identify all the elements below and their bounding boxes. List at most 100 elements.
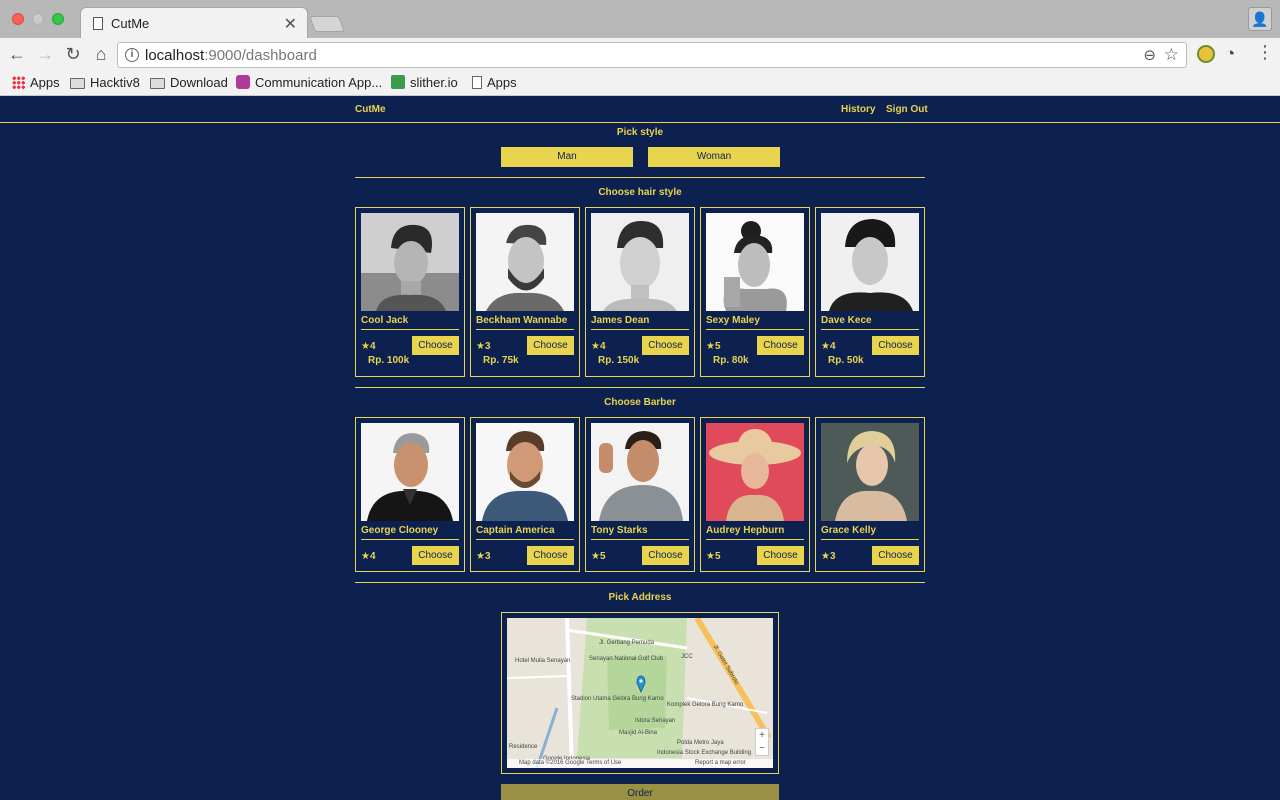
hair-name: Sexy Maley <box>706 315 760 326</box>
man-button[interactable]: Man <box>501 147 633 167</box>
choose-barber-button[interactable]: Choose <box>412 546 459 565</box>
bookmark-apps-2[interactable]: Apps <box>472 75 517 90</box>
card-divider <box>476 329 574 330</box>
zoom-icon[interactable]: ⊖ <box>1143 46 1156 64</box>
barber-name: Tony Starks <box>591 525 648 536</box>
minimize-window-button[interactable] <box>32 13 44 25</box>
divider <box>355 582 925 583</box>
forward-arrow-icon[interactable]: → <box>34 43 56 65</box>
card-divider <box>591 539 689 540</box>
barber-card: George Clooney ★4 Choose <box>355 417 465 572</box>
hair-photo <box>361 213 459 311</box>
choose-hair-button[interactable]: Choose <box>527 336 574 355</box>
barber-photo <box>476 423 574 521</box>
hair-card: Dave Kece ★4 Rp. 50k Choose <box>815 207 925 377</box>
map-label: Senayan National Golf Club <box>589 656 664 662</box>
map-label: Stadion Utama Gelora Bung Karno <box>571 696 664 702</box>
info-icon[interactable]: i <box>125 48 139 62</box>
hair-rating: ★4 <box>361 341 376 352</box>
bookmark-label: slither.io <box>410 75 458 90</box>
bookmark-label: Apps <box>30 75 60 90</box>
choose-hair-button[interactable]: Choose <box>412 336 459 355</box>
card-divider <box>591 329 689 330</box>
card-divider <box>821 539 919 540</box>
bookmark-label: Communication App... <box>255 75 383 90</box>
tab-title: CutMe <box>111 16 150 31</box>
choose-hair-button[interactable]: Choose <box>642 336 689 355</box>
history-link[interactable]: History <box>841 104 875 115</box>
barber-rating: ★3 <box>821 551 836 562</box>
page-content: CutMe History Sign Out Pick style Man Wo… <box>0 97 1280 800</box>
menu-icon[interactable]: ⋮ <box>1256 42 1274 63</box>
divider <box>355 177 925 178</box>
barber-photo <box>821 423 919 521</box>
barber-name: Audrey Hepburn <box>706 525 785 536</box>
brand-link[interactable]: CutMe <box>355 104 386 115</box>
navbar: CutMe History Sign Out <box>0 97 1280 123</box>
close-tab-icon[interactable]: ✕ <box>284 14 297 34</box>
reload-icon[interactable]: ↻ <box>62 43 84 65</box>
zoom-out-icon[interactable]: − <box>756 742 768 755</box>
bookmarks-bar: Apps Hacktiv8 Download Communication App… <box>0 71 1280 96</box>
browser-titlebar: CutMe ✕ 👤 <box>0 0 1280 38</box>
hair-price: Rp. 150k <box>598 355 640 366</box>
map[interactable]: Hotel Mulia Senayan Senayan National Gol… <box>507 618 773 768</box>
url-host: localhost <box>145 47 205 64</box>
choose-barber-button[interactable]: Choose <box>872 546 919 565</box>
map-label: Istora Senayan <box>635 718 676 724</box>
woman-button[interactable]: Woman <box>648 147 780 167</box>
choose-barber-button[interactable]: Choose <box>642 546 689 565</box>
hair-price: Rp. 100k <box>368 355 410 366</box>
hair-name: Dave Kece <box>821 315 872 326</box>
hair-card: Cool Jack ★4 Rp. 100k Choose <box>355 207 465 377</box>
choose-barber-button[interactable]: Choose <box>527 546 574 565</box>
page-icon <box>93 17 103 30</box>
barber-card: Grace Kelly ★3 Choose <box>815 417 925 572</box>
map-zoom-control[interactable]: + − <box>755 728 769 756</box>
hair-photo <box>706 213 804 311</box>
report-map-error-link[interactable]: Report a map error <box>695 760 746 766</box>
speedometer-icon[interactable]: ◔ <box>1225 44 1235 64</box>
barber-name: Grace Kelly <box>821 525 877 536</box>
back-arrow-icon[interactable]: ← <box>6 43 28 65</box>
sign-out-link[interactable]: Sign Out <box>886 104 928 115</box>
browser-tab[interactable]: CutMe ✕ <box>80 7 308 38</box>
map-attribution[interactable]: Map data ©2016 Google Terms of Use <box>519 760 621 766</box>
hair-name: Cool Jack <box>361 315 409 326</box>
choose-hair-button[interactable]: Choose <box>757 336 804 355</box>
address-bar[interactable]: i localhost:9000/dashboard ⊖ ☆ <box>117 42 1187 68</box>
choose-barber-button[interactable]: Choose <box>757 546 804 565</box>
new-tab-button[interactable] <box>309 16 345 32</box>
bookmark-slither[interactable]: slither.io <box>391 75 458 90</box>
order-button[interactable]: Order <box>501 784 779 800</box>
bookmark-hacktiv8[interactable]: Hacktiv8 <box>70 75 140 90</box>
barber-title: Choose Barber <box>604 397 676 408</box>
bookmark-communication[interactable]: Communication App... <box>236 75 382 90</box>
hair-price: Rp. 75k <box>483 355 519 366</box>
bookmark-apps[interactable]: Apps <box>12 75 60 90</box>
map-label: Hotel Mulia Senayan <box>515 658 571 664</box>
map-label: Polda Metro Jaya <box>677 740 724 746</box>
barber-rating: ★5 <box>591 551 606 562</box>
barber-rating: ★4 <box>361 551 376 562</box>
extension-icon[interactable] <box>1197 45 1215 63</box>
home-icon[interactable]: ⌂ <box>90 43 112 65</box>
choose-hair-button[interactable]: Choose <box>872 336 919 355</box>
folder-icon <box>150 78 165 89</box>
map-label: Jl. Gerbang Pemuda <box>599 640 655 646</box>
bookmark-download[interactable]: Download <box>150 75 228 90</box>
bookmark-star-icon[interactable]: ☆ <box>1164 45 1179 65</box>
hair-name: Beckham Wannabe <box>476 315 568 326</box>
card-divider <box>476 539 574 540</box>
hair-rating: ★3 <box>476 341 491 352</box>
close-window-button[interactable] <box>12 13 24 25</box>
zoom-in-icon[interactable]: + <box>756 729 768 742</box>
map-container: Hotel Mulia Senayan Senayan National Gol… <box>501 612 779 774</box>
card-divider <box>361 539 459 540</box>
profile-icon[interactable]: 👤 <box>1248 7 1272 31</box>
url-text: localhost:9000/dashboard <box>145 47 317 64</box>
maximize-window-button[interactable] <box>52 13 64 25</box>
barber-photo <box>361 423 459 521</box>
card-divider <box>706 329 804 330</box>
bookmark-label: Hacktiv8 <box>90 75 140 90</box>
